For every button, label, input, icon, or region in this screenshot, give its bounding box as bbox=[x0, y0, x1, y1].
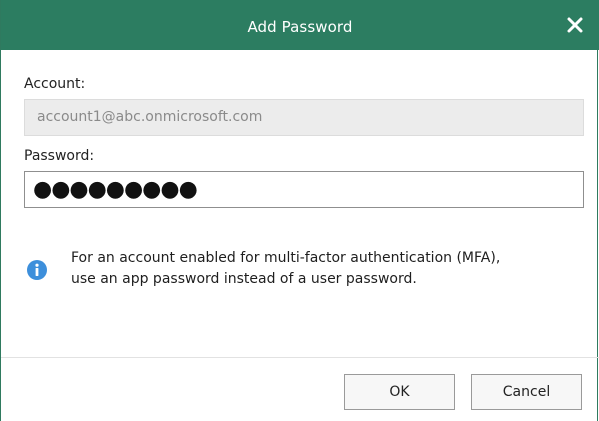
title-bar: Add Password bbox=[1, 0, 599, 50]
info-line-2: use an app password instead of a user pa… bbox=[71, 271, 417, 287]
password-label: Password: bbox=[24, 148, 95, 164]
password-field[interactable]: ●●●●●●●●● bbox=[24, 171, 584, 208]
account-label: Account: bbox=[24, 76, 86, 92]
footer-divider bbox=[1, 357, 599, 358]
dialog-title: Add Password bbox=[247, 18, 353, 36]
cancel-button[interactable]: Cancel bbox=[471, 374, 582, 410]
close-icon[interactable] bbox=[565, 15, 585, 35]
account-field: account1@abc.onmicrosoft.com bbox=[24, 99, 584, 136]
info-icon bbox=[27, 260, 47, 280]
ok-button[interactable]: OK bbox=[344, 374, 455, 410]
add-password-dialog: Add Password Account: account1@abc.onmic… bbox=[0, 0, 599, 421]
mfa-info-text: For an account enabled for multi-factor … bbox=[71, 248, 591, 290]
info-line-1: For an account enabled for multi-factor … bbox=[71, 250, 501, 266]
